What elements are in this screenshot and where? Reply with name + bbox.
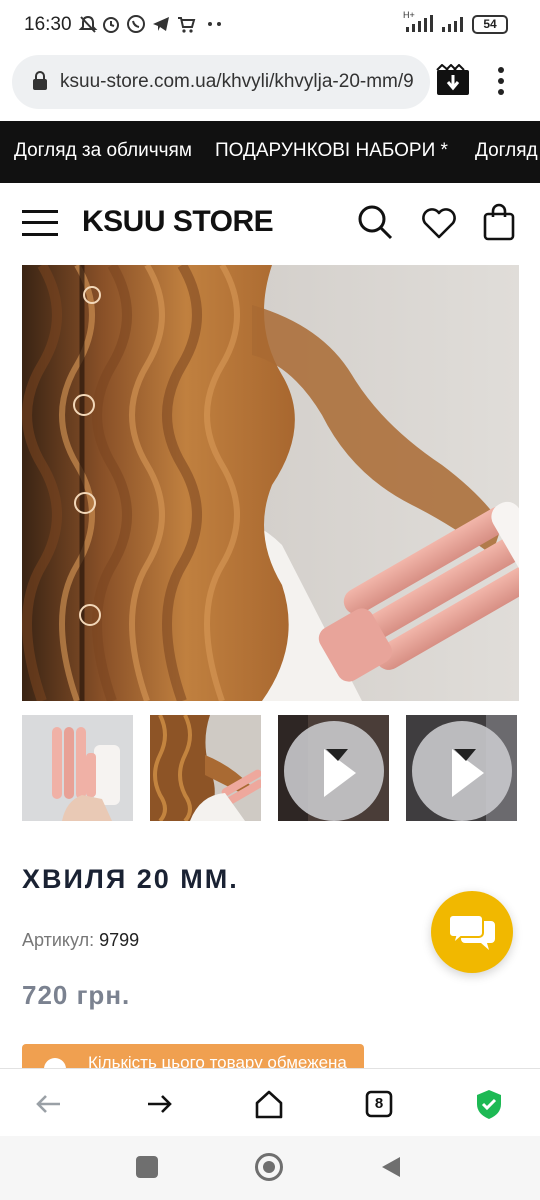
sku-value: 9799 [99,930,140,950]
chat-bubbles-icon [448,913,497,958]
thumbnail-photo-1[interactable] [22,715,133,821]
url-text[interactable]: ksuu-store.com.ua/khvyli/khvylja-20-mm/9 [60,71,424,93]
back-triangle-icon[interactable] [380,1155,402,1184]
home-icon[interactable] [252,1087,286,1121]
tabs-count: 8 [374,1095,384,1112]
sku-label: Артикул: [22,930,95,950]
site-logo[interactable]: KSUU STORE [82,205,274,239]
status-bar: 16:30 H+ 54 [0,0,540,50]
wishlist-heart-icon[interactable] [421,206,457,240]
browser-menu-icon[interactable] [492,62,510,100]
category-link-face-care[interactable]: Догляд за обличчям [14,140,192,162]
signal-1-icon [404,14,434,39]
product-thumbnail-strip [22,715,519,821]
site-header: KSUU STORE [0,183,540,265]
video-download-icon[interactable] [436,63,470,96]
lock-icon [32,71,48,91]
thumbnail-video-2[interactable] [406,715,517,821]
cart-notification-icon [176,14,196,39]
product-price: 720 грн. [22,980,131,1010]
browser-bottom-toolbar: 8 [0,1068,540,1136]
forward-arrow-icon[interactable] [142,1087,176,1121]
thumbnail-photo-2[interactable] [150,715,261,821]
viber-icon [126,14,146,39]
category-link-gift-sets[interactable]: ПОДАРУНКОВІ НАБОРИ * [215,140,448,162]
search-icon[interactable] [356,203,394,241]
thumbnail-video-1[interactable] [278,715,389,821]
recent-apps-icon[interactable] [136,1156,158,1178]
status-time: 16:30 [24,14,72,35]
address-bar[interactable]: ksuu-store.com.ua/khvyli/khvylja-20-mm/9 [12,55,430,109]
sku-row: Артикул: 9799 [22,930,139,951]
category-link-care[interactable]: Догляд [475,140,538,162]
signal-2-icon [441,14,467,39]
browser-address-row: ksuu-store.com.ua/khvyli/khvylja-20-mm/9 [0,50,540,122]
category-menu-bar: Догляд за обличчям ПОДАРУНКОВІ НАБОРИ * … [0,121,540,183]
mute-notifications-icon [78,14,98,39]
product-title: ХВИЛЯ 20 ММ. [22,864,239,894]
system-navigation-bar [0,1136,540,1200]
shopping-bag-icon[interactable] [482,203,516,241]
battery-indicator: 54 [472,15,508,34]
product-main-image[interactable] [22,265,519,701]
alarm-icon [101,14,121,39]
home-circle-icon[interactable] [255,1153,283,1181]
chat-button[interactable] [431,891,513,973]
hamburger-menu-icon[interactable] [22,209,58,237]
back-arrow-icon[interactable] [32,1087,66,1121]
tabs-counter-button[interactable]: 8 [362,1087,396,1121]
shield-check-icon[interactable] [472,1087,506,1121]
more-notifications-icon [206,14,224,39]
telegram-icon [151,14,171,39]
